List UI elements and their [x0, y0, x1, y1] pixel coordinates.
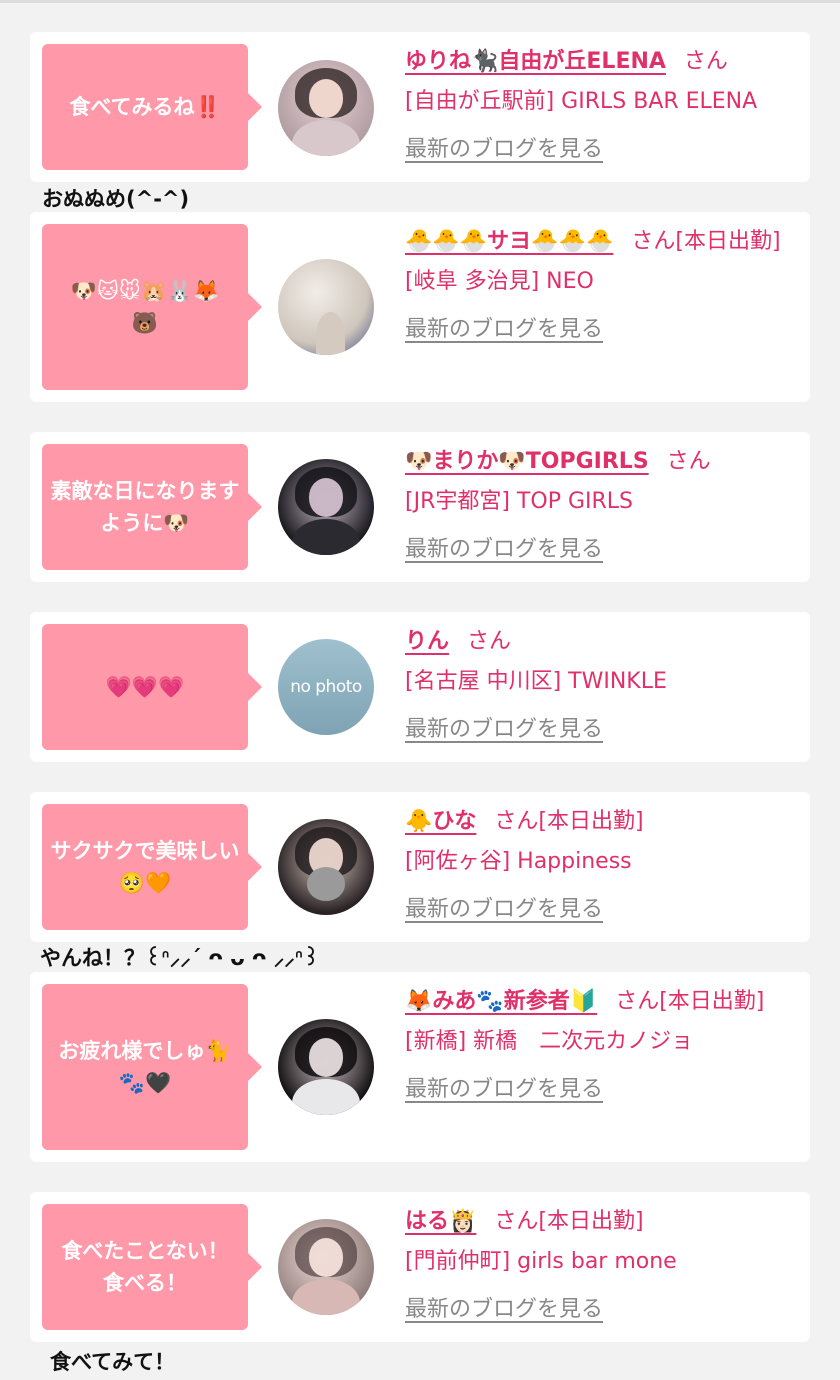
blog-card: 💗💗💗 no photo りん さん [名古屋 中川区] TWINKLE 最新のブ…	[30, 612, 810, 762]
comment-text: 食べてみて！	[50, 1350, 176, 1374]
photo-avatar-icon[interactable]	[278, 259, 374, 355]
speech-bubble: 🐶🐱🐭🐹🐰🦊 🐻	[42, 224, 262, 390]
name-row: 🐶まりか🐶TOPGIRLS さん	[405, 442, 800, 482]
latest-blog-link[interactable]: 最新のブログを見る	[405, 130, 603, 170]
cast-name-link[interactable]: 🐥ひな	[405, 809, 476, 834]
cast-name-link[interactable]: りん	[405, 629, 449, 654]
shop-name: [自由が丘駅前] GIRLS BAR ELENA	[405, 89, 758, 114]
girl-photo-avatar-icon[interactable]	[278, 1019, 374, 1115]
blog-card: 🐶🐱🐭🐹🐰🦊 🐻 🐣🐣🐣サヨ🐣🐣🐣 さん[本日出勤] [岐阜 多治見] NEO 最…	[30, 212, 810, 402]
speech-bubble: サクサクで美味しい🥺🧡	[42, 804, 262, 930]
cast-name-link[interactable]: 🐣🐣🐣サヨ🐣🐣🐣	[405, 229, 613, 254]
blog-card: 食べてみるね‼️ ゆりね🐈‍⬛自由が丘ELENA さん [自由が丘駅前] GIRL…	[30, 32, 810, 182]
name-row: 🦊みあ🐾新参者🔰 さん[本日出勤]	[405, 982, 800, 1022]
san-suffix: さん[本日出勤]	[615, 989, 765, 1014]
blog-card: 素敵な日になりますように🐶 🐶まりか🐶TOPGIRLS さん [JR宇都宮] TO…	[30, 432, 810, 582]
shop-name: [阿佐ヶ谷] Happiness	[405, 849, 632, 874]
latest-blog-link[interactable]: 最新のブログを見る	[405, 1290, 603, 1330]
latest-blog-link[interactable]: 最新のブログを見る	[405, 530, 603, 570]
cast-name-link[interactable]: 🦊みあ🐾新参者🔰	[405, 989, 597, 1014]
name-row: りん さん	[405, 622, 800, 662]
girl-photo-avatar-icon[interactable]	[278, 60, 374, 156]
latest-blog-link[interactable]: 最新のブログを見る	[405, 1070, 603, 1110]
girl-photo-avatar-icon[interactable]	[278, 819, 374, 915]
name-row: 🐣🐣🐣サヨ🐣🐣🐣 さん[本日出勤]	[405, 222, 800, 262]
comment-text: やんね！？꒰ᐢ⸝⸝´ ᴖ ᴗ ᴖ ⸝⸝ᐢ꒱	[40, 946, 320, 970]
shop-name: [名古屋 中川区] TWINKLE	[405, 669, 667, 694]
blog-card: お疲れ様でしゅ🐈 🐾🖤 🦊みあ🐾新参者🔰 さん[本日出勤] [新橋] 新橋 二次元…	[30, 972, 810, 1162]
shop-name: [JR宇都宮] TOP GIRLS	[405, 489, 633, 514]
blog-card: サクサクで美味しい🥺🧡 🐥ひな さん[本日出勤] [阿佐ヶ谷] Happiness…	[30, 792, 810, 942]
cast-name-link[interactable]: ゆりね🐈‍⬛自由が丘ELENA	[405, 49, 666, 74]
san-suffix: さん	[666, 449, 711, 474]
shop-name: [新橋] 新橋 二次元カノジョ	[405, 1029, 694, 1054]
san-suffix: さん[本日出勤]	[494, 1209, 644, 1234]
latest-blog-link[interactable]: 最新のブログを見る	[405, 890, 603, 930]
latest-blog-link[interactable]: 最新のブログを見る	[405, 710, 603, 750]
name-row: ゆりね🐈‍⬛自由が丘ELENA さん	[405, 42, 800, 82]
san-suffix: さん	[683, 49, 728, 74]
speech-bubble: 食べたことない！ 食べる！	[42, 1204, 262, 1330]
shop-name: [岐阜 多治見] NEO	[405, 269, 594, 294]
girl-photo-avatar-icon[interactable]	[278, 1219, 374, 1315]
name-row: はる👸🏻 さん[本日出勤]	[405, 1202, 800, 1242]
name-row: 🐥ひな さん[本日出勤]	[405, 802, 800, 842]
girl-photo-avatar-icon[interactable]	[278, 459, 374, 555]
san-suffix: さん	[467, 629, 512, 654]
no-photo-avatar-icon[interactable]: no photo	[278, 639, 374, 735]
top-divider	[0, 0, 840, 3]
blog-card: 食べたことない！ 食べる！ はる👸🏻 さん[本日出勤] [門前仲町] girls …	[30, 1192, 810, 1342]
san-suffix: さん[本日出勤]	[494, 809, 644, 834]
speech-bubble: 食べてみるね‼️	[42, 44, 262, 170]
speech-bubble: 素敵な日になりますように🐶	[42, 444, 262, 570]
cast-name-link[interactable]: はる👸🏻	[405, 1209, 476, 1234]
comment-text: おぬぬめ(^-^)	[42, 187, 190, 211]
speech-bubble: お疲れ様でしゅ🐈 🐾🖤	[42, 984, 262, 1150]
speech-bubble: 💗💗💗	[42, 624, 262, 750]
no-photo-label: no photo	[290, 677, 362, 697]
cast-name-link[interactable]: 🐶まりか🐶TOPGIRLS	[405, 449, 649, 474]
latest-blog-link[interactable]: 最新のブログを見る	[405, 310, 603, 350]
shop-name: [門前仲町] girls bar mone	[405, 1249, 677, 1274]
san-suffix: さん[本日出勤]	[631, 229, 781, 254]
